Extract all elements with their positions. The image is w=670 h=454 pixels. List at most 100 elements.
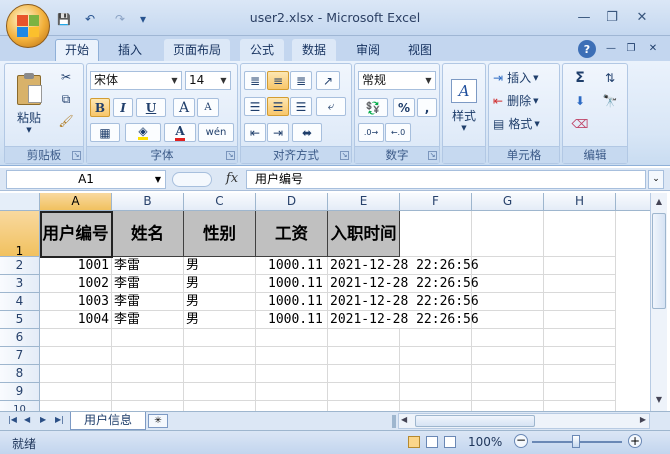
workbook-minimize-button[interactable]: — (602, 39, 620, 57)
shrink-font-button[interactable]: A (197, 98, 219, 117)
number-launcher-icon[interactable]: ↘ (428, 151, 437, 160)
clear-eraser-icon[interactable]: ⌫ (566, 114, 594, 133)
insert-function-button[interactable]: fx (222, 170, 242, 189)
empty-cell[interactable] (472, 329, 544, 347)
paste-button[interactable]: 粘贴 ▼ (10, 67, 48, 141)
close-button[interactable]: ✕ (630, 8, 654, 26)
increase-decimal-icon[interactable]: .0→ (358, 123, 384, 142)
empty-cell[interactable] (472, 401, 544, 411)
table-cell[interactable]: 1004 (40, 311, 112, 329)
cell-d1-salary-header[interactable]: 工资 (256, 211, 328, 257)
merge-center-icon[interactable]: ⬌ (292, 123, 322, 142)
next-sheet-icon[interactable]: ▶ (40, 415, 46, 424)
row-header-1[interactable]: 1 (0, 211, 40, 258)
tab-view[interactable]: 视图 (398, 39, 442, 62)
empty-cell[interactable] (184, 401, 256, 411)
workbook-restore-button[interactable]: ❐ (622, 39, 640, 57)
empty-cell[interactable] (40, 365, 112, 383)
increase-indent-icon[interactable]: ⇥ (267, 123, 289, 142)
underline-button[interactable]: U (136, 98, 166, 117)
empty-cell[interactable] (544, 347, 616, 365)
sheet-tab-active[interactable]: 用户信息 (70, 412, 146, 430)
format-cells-button[interactable]: ▤ 格式 ▼ (492, 114, 558, 133)
column-header-a[interactable]: A (40, 193, 112, 211)
font-launcher-icon[interactable]: ↘ (226, 151, 235, 160)
select-all-corner[interactable] (0, 193, 40, 211)
cell-b1-name-header[interactable]: 姓名 (112, 211, 184, 257)
clipboard-launcher-icon[interactable]: ↘ (72, 151, 81, 160)
text-orientation-icon[interactable]: ↗ (316, 71, 340, 90)
row-header-5[interactable]: 5 (0, 311, 40, 329)
table-cell[interactable]: 2021-12-28 22:26:56 (328, 275, 479, 293)
insert-cells-button[interactable]: ⇥ 插入 ▼ (492, 68, 558, 87)
table-cell[interactable]: 男 (184, 293, 256, 311)
empty-cell[interactable] (184, 329, 256, 347)
scroll-left-icon[interactable]: ◀ (401, 415, 407, 424)
empty-cell[interactable] (544, 383, 616, 401)
empty-cell[interactable] (112, 347, 184, 365)
comma-button[interactable]: , (417, 98, 437, 117)
cell-e1-hire-date-header[interactable]: 入职时间 (328, 211, 400, 257)
empty-cell[interactable] (40, 383, 112, 401)
empty-cell[interactable] (328, 365, 400, 383)
row-header-10[interactable]: 10 (0, 401, 40, 411)
column-header-f[interactable]: F (400, 193, 472, 211)
empty-cell[interactable] (472, 383, 544, 401)
empty-cell[interactable] (400, 383, 472, 401)
bold-button[interactable]: B (90, 98, 110, 117)
empty-cell[interactable] (472, 211, 544, 257)
empty-cell[interactable] (400, 211, 472, 257)
workbook-close-button[interactable]: ✕ (644, 39, 662, 57)
wrap-text-icon[interactable]: ⤶ (316, 97, 346, 116)
copy-icon[interactable]: ⧉ (55, 90, 77, 108)
empty-cell[interactable] (184, 383, 256, 401)
tab-review[interactable]: 审阅 (346, 39, 390, 62)
align-bottom-icon[interactable]: ≣ (290, 71, 312, 90)
table-cell[interactable]: 2021-12-28 22:26:56 (328, 293, 479, 311)
restore-button[interactable]: ❐ (600, 8, 624, 26)
fill-down-icon[interactable]: ⬇ (566, 91, 594, 110)
align-right-icon[interactable]: ☰ (290, 97, 312, 116)
empty-cell[interactable] (184, 347, 256, 365)
office-button[interactable] (6, 4, 50, 48)
empty-cell[interactable] (112, 401, 184, 411)
empty-cell[interactable] (472, 365, 544, 383)
fill-color-button[interactable]: ◈ (125, 123, 161, 142)
table-cell[interactable]: 2021-12-28 22:26:56 (328, 257, 479, 275)
row-header-2[interactable]: 2 (0, 257, 40, 275)
page-break-view-icon[interactable] (444, 436, 456, 448)
empty-cell[interactable] (400, 401, 472, 411)
align-center-icon[interactable]: ☰ (267, 97, 289, 116)
empty-cell[interactable] (544, 401, 616, 411)
empty-cell[interactable] (400, 365, 472, 383)
empty-cell[interactable] (544, 211, 616, 257)
grow-font-button[interactable]: A (173, 98, 195, 117)
table-cell[interactable]: 李雷 (112, 275, 184, 293)
zoom-slider-thumb[interactable] (572, 435, 580, 448)
cut-icon[interactable]: ✂ (55, 68, 77, 86)
align-top-icon[interactable]: ≣ (244, 71, 266, 90)
empty-cell[interactable] (328, 383, 400, 401)
empty-cell[interactable] (328, 329, 400, 347)
empty-cell[interactable] (472, 257, 544, 275)
scroll-down-icon[interactable]: ▼ (652, 393, 666, 407)
delete-cells-button[interactable]: ⇤ 删除 ▼ (492, 91, 558, 110)
row-header-8[interactable]: 8 (0, 365, 40, 383)
tab-page-layout[interactable]: 页面布局 (164, 39, 230, 62)
empty-cell[interactable] (256, 383, 328, 401)
zoom-level[interactable]: 100% (468, 435, 502, 449)
autosum-icon[interactable]: Σ (566, 68, 594, 87)
row-header-6[interactable]: 6 (0, 329, 40, 347)
table-cell[interactable]: 1000.11 (256, 257, 328, 275)
empty-cell[interactable] (256, 365, 328, 383)
scroll-right-icon[interactable]: ▶ (640, 415, 646, 424)
minimize-button[interactable]: — (572, 8, 596, 26)
empty-cell[interactable] (256, 329, 328, 347)
column-header-d[interactable]: D (256, 193, 328, 211)
last-sheet-icon[interactable]: ▶| (55, 415, 64, 424)
vertical-scrollbar[interactable]: ▲ ▼ (650, 193, 667, 411)
format-painter-icon[interactable]: 🖌 (55, 112, 77, 130)
table-cell[interactable]: 1000.11 (256, 293, 328, 311)
table-cell[interactable]: 李雷 (112, 257, 184, 275)
empty-cell[interactable] (472, 347, 544, 365)
